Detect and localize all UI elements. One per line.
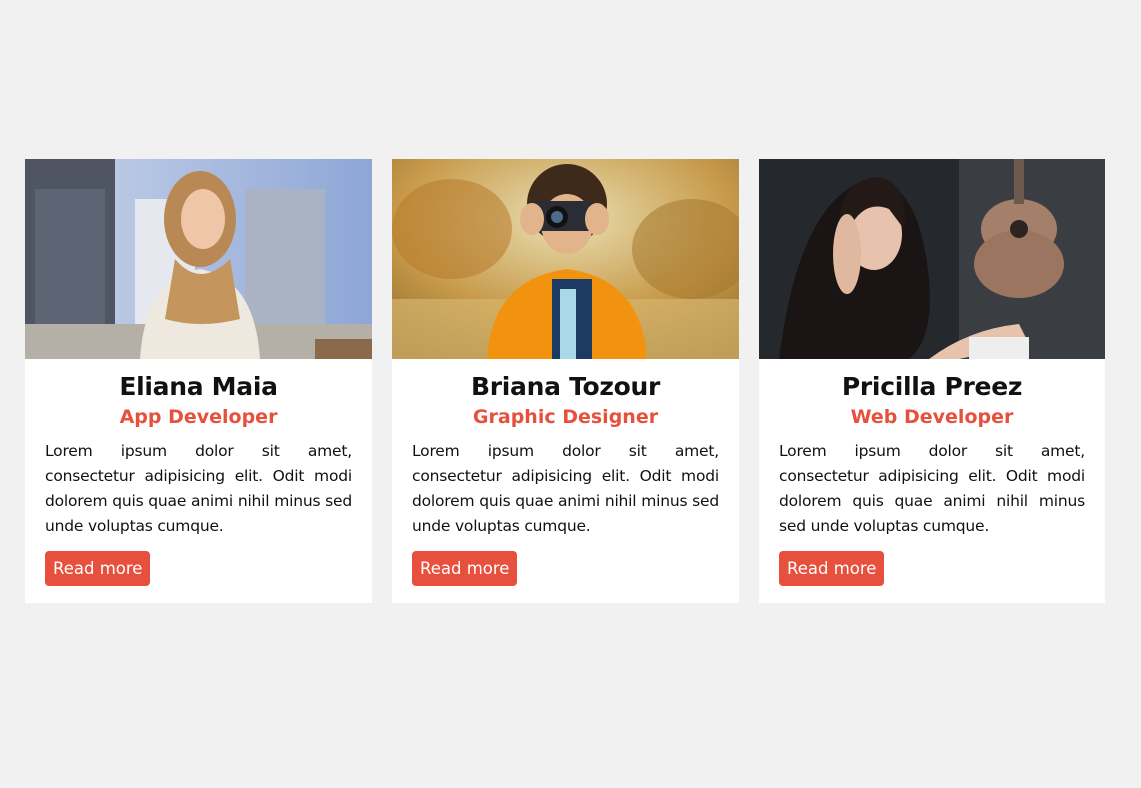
profile-card: Pricilla Preez Web Developer Lorem ipsum…	[759, 159, 1105, 603]
profile-photo	[759, 159, 1105, 359]
profile-name: Eliana Maia	[119, 372, 278, 401]
profile-description: Lorem ipsum dolor sit amet, consectetur …	[779, 442, 1085, 535]
profile-card: Briana Tozour Graphic Designer Lorem ips…	[392, 159, 739, 603]
profile-role: Web Developer	[850, 406, 1014, 428]
card-grid: Eliana Maia App Developer Lorem ipsum do…	[25, 159, 1105, 603]
profile-description: Lorem ipsum dolor sit amet, consectetur …	[45, 442, 352, 535]
read-more-button[interactable]: Read more	[779, 551, 885, 586]
profile-photo	[25, 159, 372, 359]
profile-role: Graphic Designer	[472, 406, 659, 428]
profile-photo	[392, 159, 739, 359]
profile-description: Lorem ipsum dolor sit amet, consectetur …	[412, 442, 719, 535]
profile-name: Briana Tozour	[470, 372, 661, 401]
profile-role: App Developer	[119, 406, 278, 428]
profile-card: Eliana Maia App Developer Lorem ipsum do…	[25, 159, 372, 603]
profile-name: Pricilla Preez	[841, 372, 1023, 401]
read-more-button[interactable]: Read more	[412, 551, 518, 586]
read-more-button[interactable]: Read more	[45, 551, 151, 586]
